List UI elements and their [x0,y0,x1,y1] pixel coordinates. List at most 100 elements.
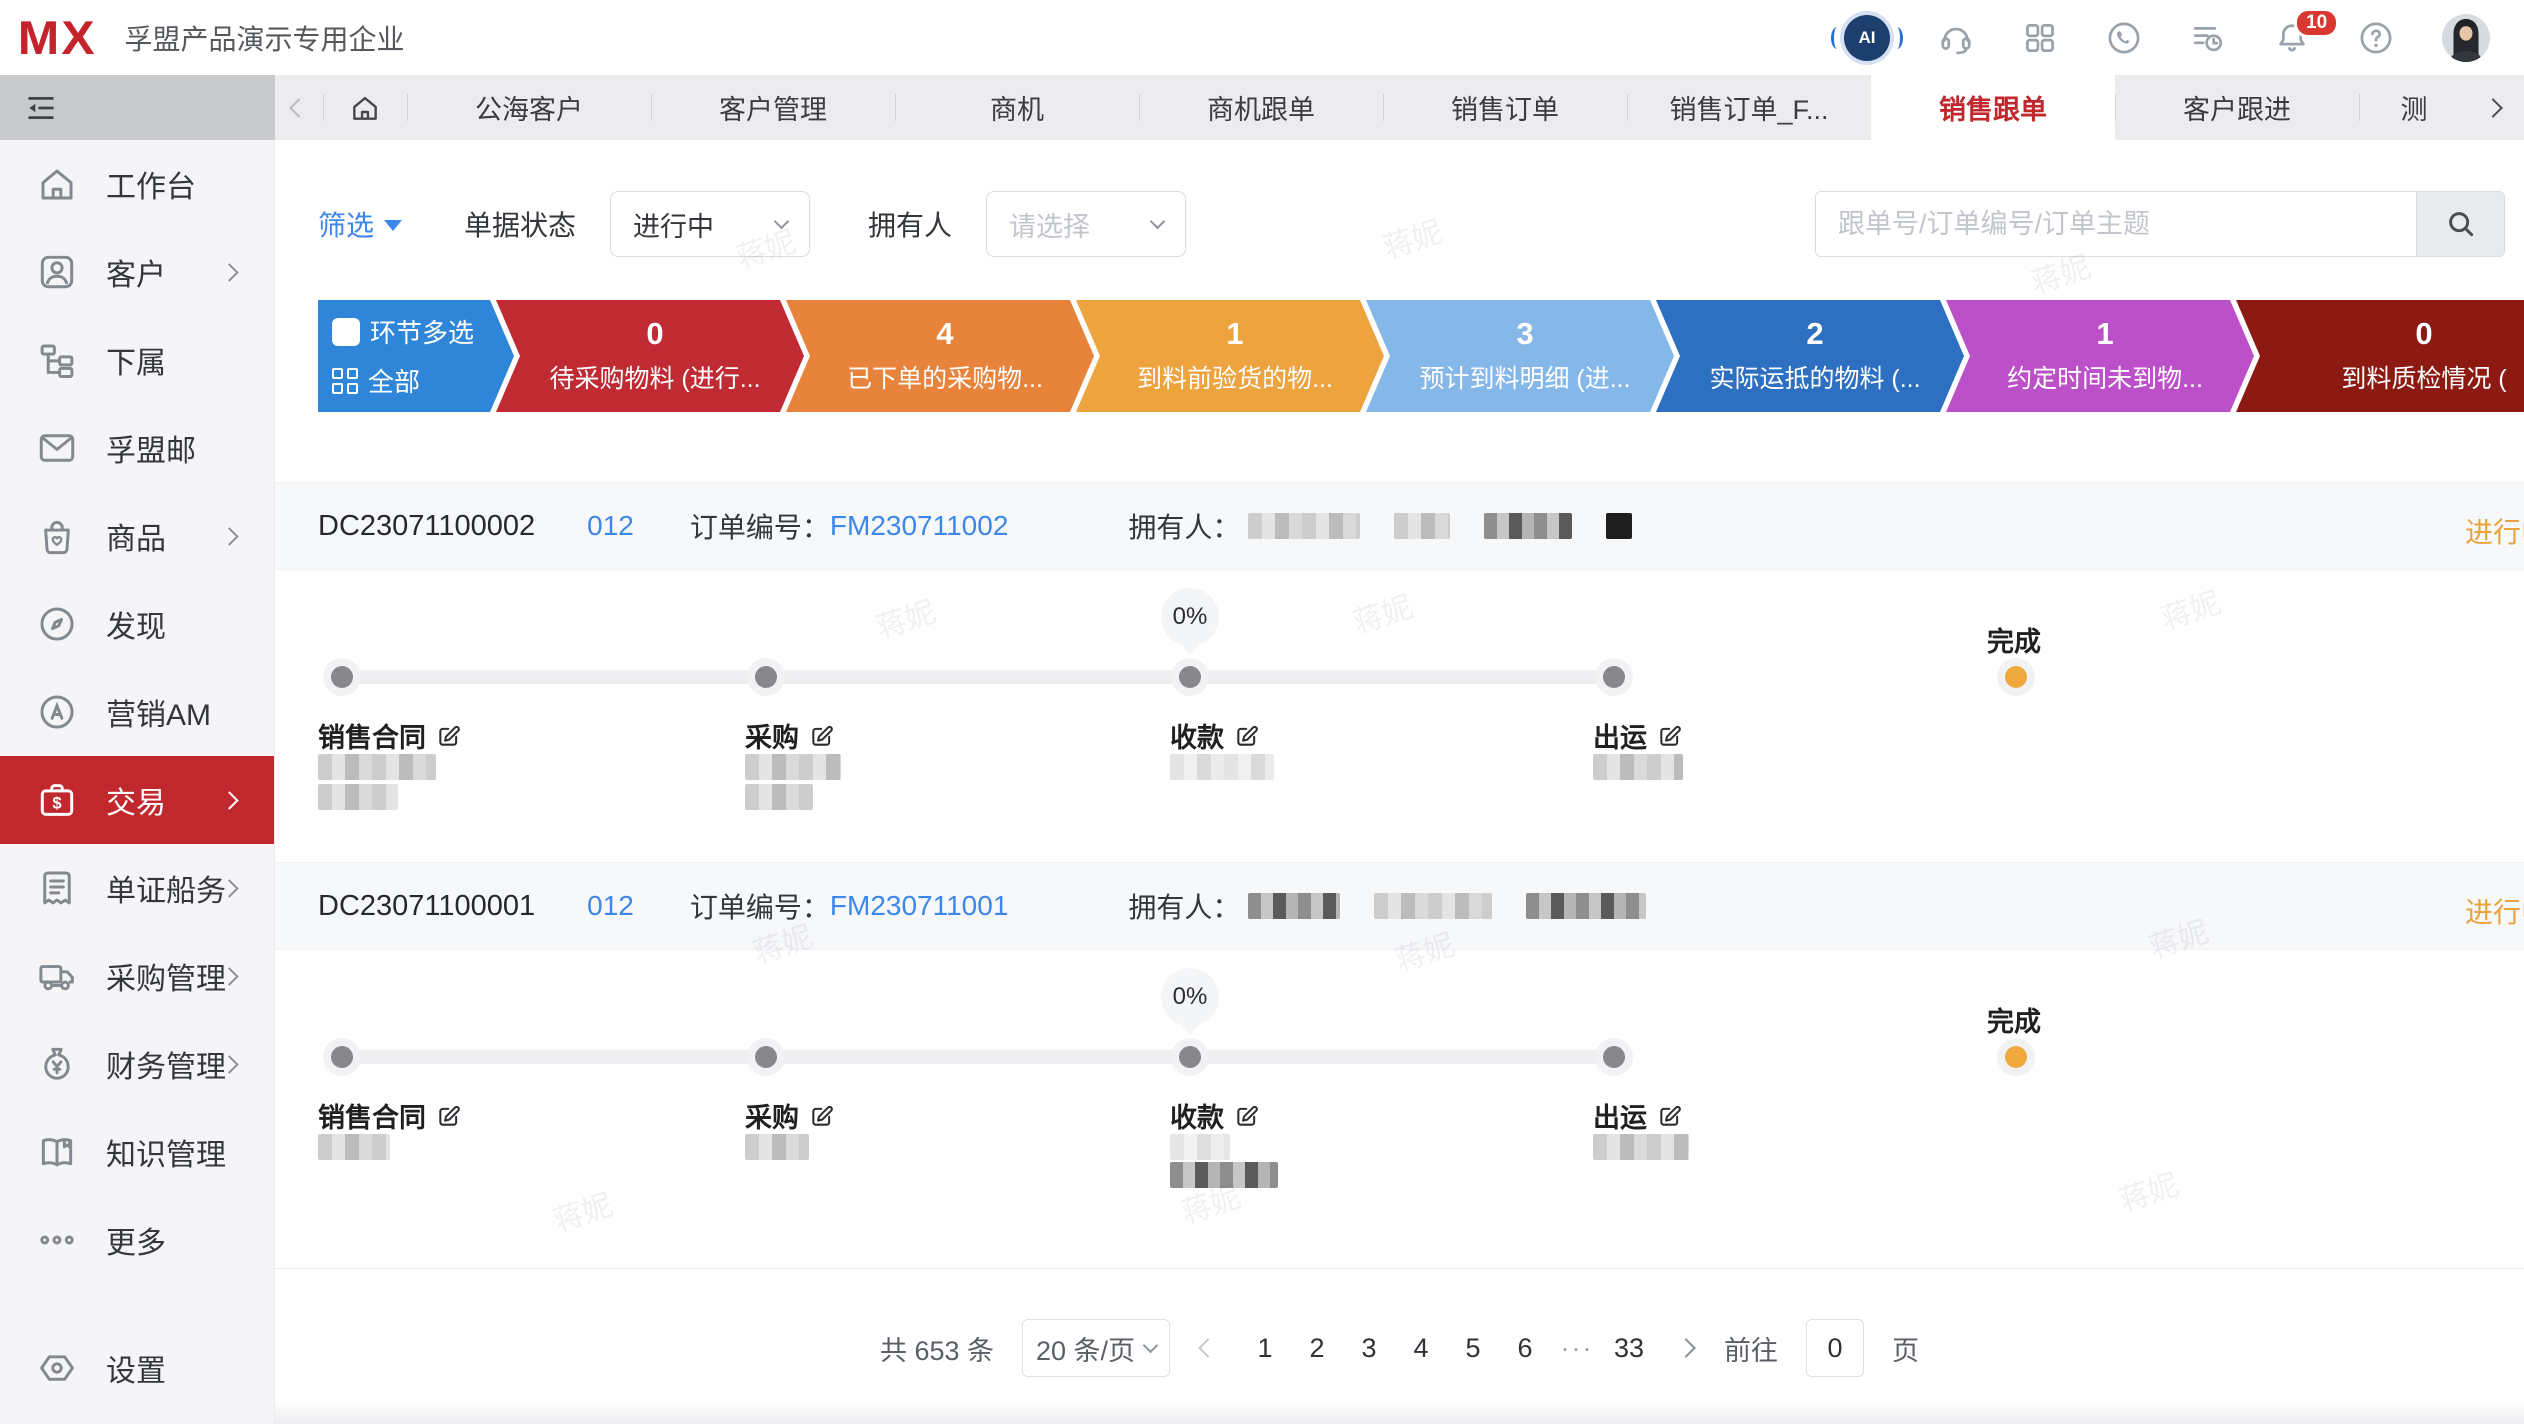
page-6[interactable]: 6 [1506,1324,1544,1372]
sidebar-item-fumeng-mail[interactable]: 孚盟邮 [0,404,274,492]
page-ellipsis[interactable]: ··· [1558,1324,1596,1372]
redacted-text [318,1134,390,1160]
app-logo: MX [18,10,97,65]
tab-商机跟单[interactable]: 商机跟单 [1139,75,1383,140]
phone-contact-icon[interactable] [2106,20,2142,56]
tracking-code-link[interactable]: 012 [587,890,634,922]
stage-segment-预计到料[interactable]: 3 预计到料明细 (进... [1366,300,1674,412]
page-3[interactable]: 3 [1350,1324,1388,1372]
sidebar-item-more[interactable]: 更多 [0,1196,274,1284]
tab-销售订单[interactable]: 销售订单 [1383,75,1627,140]
topbar-icons: AI 10 [1844,14,2524,62]
chevron-down-icon [1143,1338,1159,1354]
sidebar-item-products[interactable]: 商品 [0,492,274,580]
help-icon[interactable] [2358,20,2394,56]
order-no-link[interactable]: FM230711001 [830,890,1009,922]
progress-dot [1603,666,1625,688]
tracking-code-link[interactable]: 012 [587,510,634,542]
page-size-select[interactable]: 20 条/页 [1022,1319,1170,1377]
edit-icon[interactable] [1657,1103,1683,1129]
chevron-right-icon [220,263,238,281]
sidebar-item-settings[interactable]: 设置 [0,1324,275,1412]
page-4[interactable]: 4 [1402,1324,1440,1372]
sidebar-item-marketing-am[interactable]: 营销AM [0,668,274,756]
redacted-text [745,784,813,810]
owner-select[interactable]: 请选择 [986,191,1186,257]
sidebar-item-trade-active[interactable]: $ 交易 [0,756,274,844]
edit-icon[interactable] [436,723,462,749]
progress-bubble: 0% [1161,588,1219,646]
sidebar-header [0,75,275,140]
tabs-scroll-left[interactable] [275,75,323,140]
tab-客户管理[interactable]: 客户管理 [651,75,895,140]
edit-icon[interactable] [1234,1103,1260,1129]
notification-bell-icon[interactable]: 10 [2274,20,2310,56]
redacted-text [745,1134,809,1160]
tab-公海客户[interactable]: 公海客户 [407,75,651,140]
stage-segment-到料质检[interactable]: 0 到料质检情况 ( [2236,300,2524,412]
brand: MX 孚盟产品演示专用企业 [0,10,405,65]
step-procurement: 采购 [745,716,835,755]
tab-商机[interactable]: 商机 [895,75,1139,140]
tab-销售跟单-active[interactable]: 销售跟单 [1871,75,2115,140]
progress-dot [1603,1046,1625,1068]
progress-dot [331,666,353,688]
multi-select-checkbox[interactable] [332,318,360,346]
tab-销售订单F[interactable]: 销售订单_F... [1627,75,1871,140]
trade-icon: $ [36,779,78,821]
page-1[interactable]: 1 [1246,1324,1284,1372]
user-avatar[interactable] [2442,14,2490,62]
edit-icon[interactable] [436,1103,462,1129]
sidebar-item-finance[interactable]: 财务管理 [0,1020,274,1108]
headset-support-icon[interactable] [1938,20,1974,56]
stage-segment-约定时间未到[interactable]: 1 约定时间未到物... [1946,300,2254,412]
search-input[interactable] [1816,192,2416,256]
sidebar-item-knowledge[interactable]: 知识管理 [0,1108,274,1196]
ai-assistant-icon[interactable]: AI [1844,15,1890,61]
stage-segment-待采购物料[interactable]: 0 待采购物料 (进行... [496,300,804,412]
sidebar-item-shipping-docs[interactable]: 单证船务 [0,844,274,932]
task-schedule-icon[interactable] [2190,20,2226,56]
page-5[interactable]: 5 [1454,1324,1492,1372]
tab-home[interactable] [323,75,407,140]
search-bar [1815,191,2505,257]
stage-segment-实际运抵[interactable]: 2 实际运抵的物料 (... [1656,300,1964,412]
step-shipment: 出运 [1593,1096,1683,1135]
redacted-text [1593,1134,1689,1160]
step-collection: 收款 [1170,716,1260,755]
next-page-button[interactable] [1676,1324,1696,1372]
redacted-text [1593,754,1683,780]
goto-page-input[interactable]: 0 [1806,1319,1864,1377]
order-no-label: 订单编号： [690,506,830,546]
sidebar: 工作台 客户 下属 孚盟邮 商品 发现 营销AM $ 交易 [0,140,275,1424]
stage-segment-已下单[interactable]: 4 已下单的采购物... [786,300,1094,412]
sidebar-item-subordinates[interactable]: 下属 [0,316,274,404]
edit-icon[interactable] [1234,723,1260,749]
prev-page-button[interactable] [1198,1324,1218,1372]
search-button[interactable] [2416,192,2504,256]
collapse-sidebar-icon[interactable] [24,91,58,125]
page-33[interactable]: 33 [1610,1324,1648,1372]
owner-names-redacted [1248,513,1632,539]
edit-icon[interactable] [809,1103,835,1129]
order-no-link[interactable]: FM230711002 [830,510,1009,542]
owner-names-redacted [1248,893,1646,919]
tabs-scroll-right[interactable] [2469,75,2517,140]
apps-grid-icon[interactable] [2022,20,2058,56]
redacted-text [1170,754,1274,780]
sidebar-item-procurement[interactable]: 采购管理 [0,932,274,1020]
tab-测[interactable]: 测 [2359,75,2469,140]
edit-icon[interactable] [809,723,835,749]
status-select[interactable]: 进行中 [610,191,810,257]
sidebar-item-discover[interactable]: 发现 [0,580,274,668]
pagination: 共 653 条 20 条/页 1 2 3 4 5 6 ··· 33 前往 0 页 [275,1308,2524,1388]
tab-客户跟进[interactable]: 客户跟进 [2115,75,2359,140]
sidebar-item-customers[interactable]: 客户 [0,228,274,316]
edit-icon[interactable] [1657,723,1683,749]
sidebar-item-workbench[interactable]: 工作台 [0,140,274,228]
page-2[interactable]: 2 [1298,1324,1336,1372]
stage-multi-select[interactable]: 环节多选 全部 [318,300,514,412]
filter-toggle[interactable]: 筛选 [318,204,402,244]
progress-dot [331,1046,353,1068]
stage-segment-到料前验货[interactable]: 1 到料前验货的物... [1076,300,1384,412]
